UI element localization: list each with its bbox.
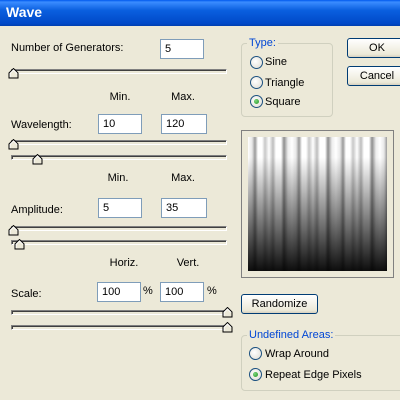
wavelength-min-input[interactable]: 10 [98,114,142,134]
amplitude-min-input[interactable]: 5 [98,198,142,218]
scale-horiz-unit: % [143,285,153,297]
scale-horiz-header: Horiz. [109,257,139,269]
wavelength-label: Wavelength: [11,119,72,131]
generators-slider-track[interactable] [11,69,227,74]
amplitude-max-slider-thumb[interactable] [14,239,25,250]
wavelength-max-input[interactable]: 120 [161,114,207,134]
generators-label: Number of Generators: [11,42,124,54]
scale-horiz-slider-thumb[interactable] [222,307,233,318]
scale-horiz-slider-track[interactable] [11,310,231,315]
radio-sine[interactable] [250,56,263,69]
radio-triangle[interactable] [250,76,263,89]
wavelength-min-header: Min. [109,91,131,103]
preview-panel [241,130,394,278]
title-bar: Wave [0,0,400,26]
scale-vert-header: Vert. [176,257,200,269]
scale-horiz-input[interactable]: 100 [97,282,141,302]
radio-square[interactable] [250,95,263,108]
radio-repeat-edge-pixels-label[interactable]: Repeat Edge Pixels [265,369,362,381]
wavelength-min-slider-track[interactable] [11,140,227,145]
scale-vert-input[interactable]: 100 [160,282,204,302]
scale-vert-unit: % [207,285,217,297]
window-title: Wave [6,4,43,20]
amplitude-label: Amplitude: [11,204,63,216]
ok-button[interactable]: OK [347,38,400,58]
radio-triangle-label[interactable]: Triangle [265,77,304,89]
wavelength-min-slider-thumb[interactable] [8,139,19,150]
scale-label: Scale: [11,288,42,300]
generators-input[interactable]: 5 [160,39,204,59]
generators-slider-thumb[interactable] [8,68,19,79]
scale-vert-slider-track[interactable] [11,325,231,330]
randomize-button[interactable]: Randomize [241,294,318,314]
amplitude-max-header: Max. [171,172,195,184]
radio-wrap-around[interactable] [249,347,262,360]
amplitude-max-input[interactable]: 35 [161,198,207,218]
cancel-button[interactable]: Cancel [347,66,400,86]
amplitude-min-slider-track[interactable] [11,226,227,231]
undefined-areas-group [241,335,400,391]
radio-square-label[interactable]: Square [265,96,300,108]
wavelength-max-slider-track[interactable] [11,155,227,160]
amplitude-max-slider-track[interactable] [11,240,227,245]
radio-wrap-around-label[interactable]: Wrap Around [265,348,329,360]
wavelength-max-header: Max. [171,91,195,103]
radio-repeat-edge-pixels[interactable] [249,368,262,381]
scale-vert-slider-thumb[interactable] [222,322,233,333]
amplitude-min-header: Min. [107,172,129,184]
type-group-title: Type: [247,37,278,49]
radio-sine-label[interactable]: Sine [265,56,287,68]
preview-image [248,137,387,271]
undefined-areas-title: Undefined Areas: [247,329,336,341]
wavelength-max-slider-thumb[interactable] [32,154,43,165]
amplitude-min-slider-thumb[interactable] [8,225,19,236]
